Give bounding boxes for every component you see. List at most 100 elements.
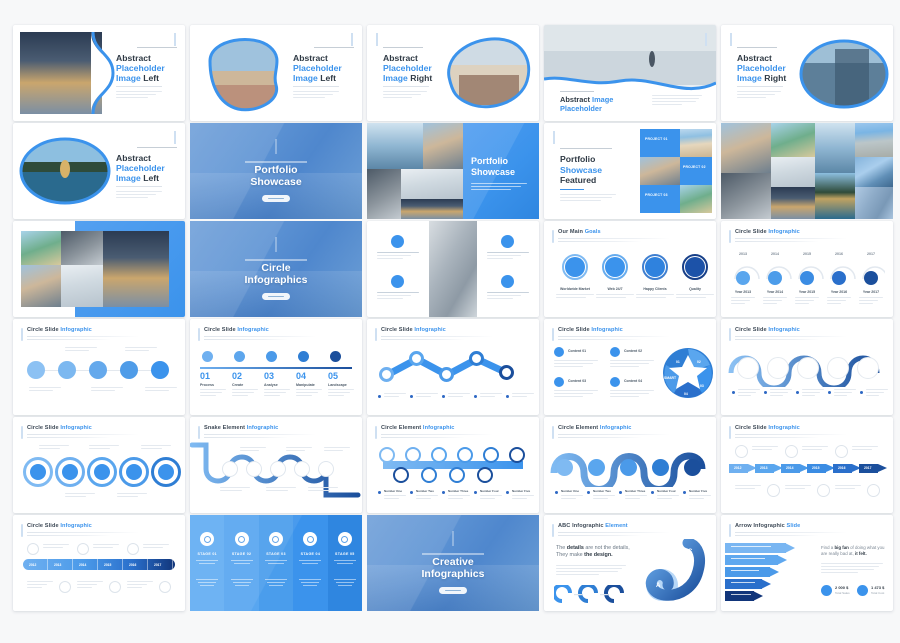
slide-thumbnail[interactable]: Circle Slide Infographic 2012 2013 2014 … [721, 417, 893, 513]
step-icon [832, 271, 846, 285]
slide-thumbnail[interactable]: Abstract Placeholder Image Left [190, 25, 362, 121]
year-label: 2014 [79, 562, 87, 567]
content-icon [554, 347, 564, 357]
slide-thumbnail[interactable]: Circle Slide Infographic [721, 319, 893, 415]
stage-icon [234, 532, 249, 546]
node-icon [588, 459, 605, 476]
slide-heading: Circle Slide Infographic [735, 425, 800, 431]
slide-thumbnail[interactable]: Circle Slide Infographic 2013 2014 2015 … [721, 221, 893, 317]
goal-label: Quality [689, 287, 701, 291]
body-text [487, 252, 529, 261]
eyebrow-rule [314, 47, 354, 49]
slide-thumbnail[interactable]: Circle Slide Infographic [13, 417, 185, 513]
stage-column[interactable]: STAGE 03 [258, 515, 294, 611]
node-ring [77, 543, 89, 555]
slide-thumbnail[interactable]: Portfolio Showcase Featured PROJECT 01 P… [544, 123, 716, 219]
slide-thumbnail[interactable]: Arrow Infographic Slide 01 02 03 04 05 F… [721, 515, 893, 611]
svg-text:01: 01 [676, 360, 680, 364]
stage-column[interactable]: STAGE 04 [293, 515, 328, 611]
top-tick [275, 237, 277, 252]
project-tile[interactable] [640, 129, 680, 157]
heading-rule [735, 339, 819, 340]
slide-thumbnail[interactable] [721, 123, 893, 219]
year-label: 2016 [129, 562, 137, 567]
slide-thumbnail[interactable]: STAGE 01 STAGE 02 STAGE 03 STAGE 04 STAG… [190, 515, 362, 611]
letter-c: C [688, 549, 693, 555]
panel-title: Portfolio Showcase [471, 156, 516, 177]
slide-thumbnail[interactable]: Abstract Placeholder Image Right [367, 25, 539, 121]
content-label: Content 04 [624, 379, 643, 383]
stat-icon [857, 585, 868, 596]
slide-thumbnail[interactable] [13, 221, 185, 317]
corner-tick [553, 131, 555, 144]
slide-thumbnail[interactable]: Portfolio Showcase [190, 123, 362, 219]
photo-placeholder [815, 123, 855, 173]
slide-thumbnail[interactable]: ABC Infographic Element The details are … [544, 515, 716, 611]
stage-column[interactable]: STAGE 05 [327, 515, 362, 611]
node-ring [109, 581, 121, 593]
slide-thumbnail[interactable] [367, 221, 539, 317]
step-caption: Manipulate [296, 382, 315, 387]
heading-rule [27, 437, 111, 438]
legend-label: Number Two [416, 489, 434, 493]
slide-thumbnail[interactable]: Abstract Placeholder Image Right [721, 25, 893, 121]
slide-thumbnail[interactable]: Circle Element Infographic Number One Nu… [544, 417, 716, 513]
abstract-shape [91, 32, 115, 114]
body-text [636, 294, 674, 300]
photo-placeholder [429, 221, 477, 317]
node-circle [857, 357, 879, 379]
photo-placeholder [680, 185, 712, 213]
view-more-button[interactable] [439, 587, 467, 594]
legend-label: Number Four [480, 489, 499, 493]
step-icon [266, 351, 277, 362]
slide-thumbnail[interactable]: Circle Slide Infographic 01 Process 02 C… [190, 319, 362, 415]
project-tile[interactable] [680, 157, 712, 185]
slide-thumbnail[interactable]: Abstract Image Placeholder [544, 25, 716, 121]
slide-thumbnail[interactable]: Circle Slide Infographic [13, 319, 185, 415]
slide-thumbnail[interactable]: Portfolio Showcase [367, 123, 539, 219]
slide-heading: Snake Element Infographic [204, 425, 279, 431]
corner-tick [376, 33, 378, 46]
slide-thumbnail[interactable]: Snake Element Infographic [190, 417, 362, 513]
slide-thumbnail[interactable]: Circle Element Infographic Number One Nu… [367, 417, 539, 513]
slide-thumbnail[interactable]: Circle Infographics [190, 221, 362, 317]
step-icon [768, 271, 782, 285]
slide-thumbnail[interactable]: Abstract Placeholder Image Left [13, 123, 185, 219]
heading-rule [558, 241, 642, 242]
cover-title: Portfolio Showcase [250, 164, 302, 188]
slide-thumbnail[interactable]: Circle Slide Infographic 2012 2013 2014 … [13, 515, 185, 611]
body-text [676, 294, 714, 300]
node-ring [867, 484, 880, 497]
slide-heading: Circle Slide Infographic [27, 425, 92, 431]
slide-title: Portfolio Showcase Featured [560, 154, 603, 185]
step-icon [27, 361, 45, 379]
feature-icon [501, 235, 514, 248]
stage-column[interactable]: STAGE 01 [190, 515, 225, 611]
slide-thumbnail[interactable]: Our Main Goals Worldwide Market Web 24/7… [544, 221, 716, 317]
slide-title: Abstract Placeholder Image Left [116, 53, 165, 83]
body-text [116, 91, 162, 100]
view-more-button[interactable] [262, 195, 290, 202]
legend-label: Number One [384, 489, 403, 493]
view-more-button[interactable] [262, 293, 290, 300]
content-icon [610, 377, 620, 387]
project-tile[interactable] [640, 185, 680, 213]
top-tick [452, 531, 454, 546]
slide-heading: ABC Infographic Element [558, 523, 628, 529]
year-arrow: 2017 [859, 464, 887, 473]
slide-thumbnail[interactable]: Abstract Placeholder Image Left [13, 25, 185, 121]
stage-label: STAGE 02 [231, 552, 252, 556]
slide-thumbnail[interactable]: Circle Slide Infographic [367, 319, 539, 415]
heading-rule [381, 437, 465, 438]
slide-title: Abstract Placeholder Image Left [293, 53, 342, 83]
node-icon [158, 464, 174, 480]
step-icon [736, 271, 750, 285]
body-text [377, 252, 419, 261]
blob-photo-frame [447, 37, 531, 109]
step-caption: Create [232, 382, 244, 387]
slide-grid: Abstract Placeholder Image Left Abstract… [13, 25, 893, 611]
slide-thumbnail[interactable]: Creative Infographics [367, 515, 539, 611]
slide-thumbnail[interactable]: Circle Slide Infographic Content 01 Cont… [544, 319, 716, 415]
eyebrow-rule [137, 47, 177, 49]
stage-column[interactable]: STAGE 02 [224, 515, 259, 611]
